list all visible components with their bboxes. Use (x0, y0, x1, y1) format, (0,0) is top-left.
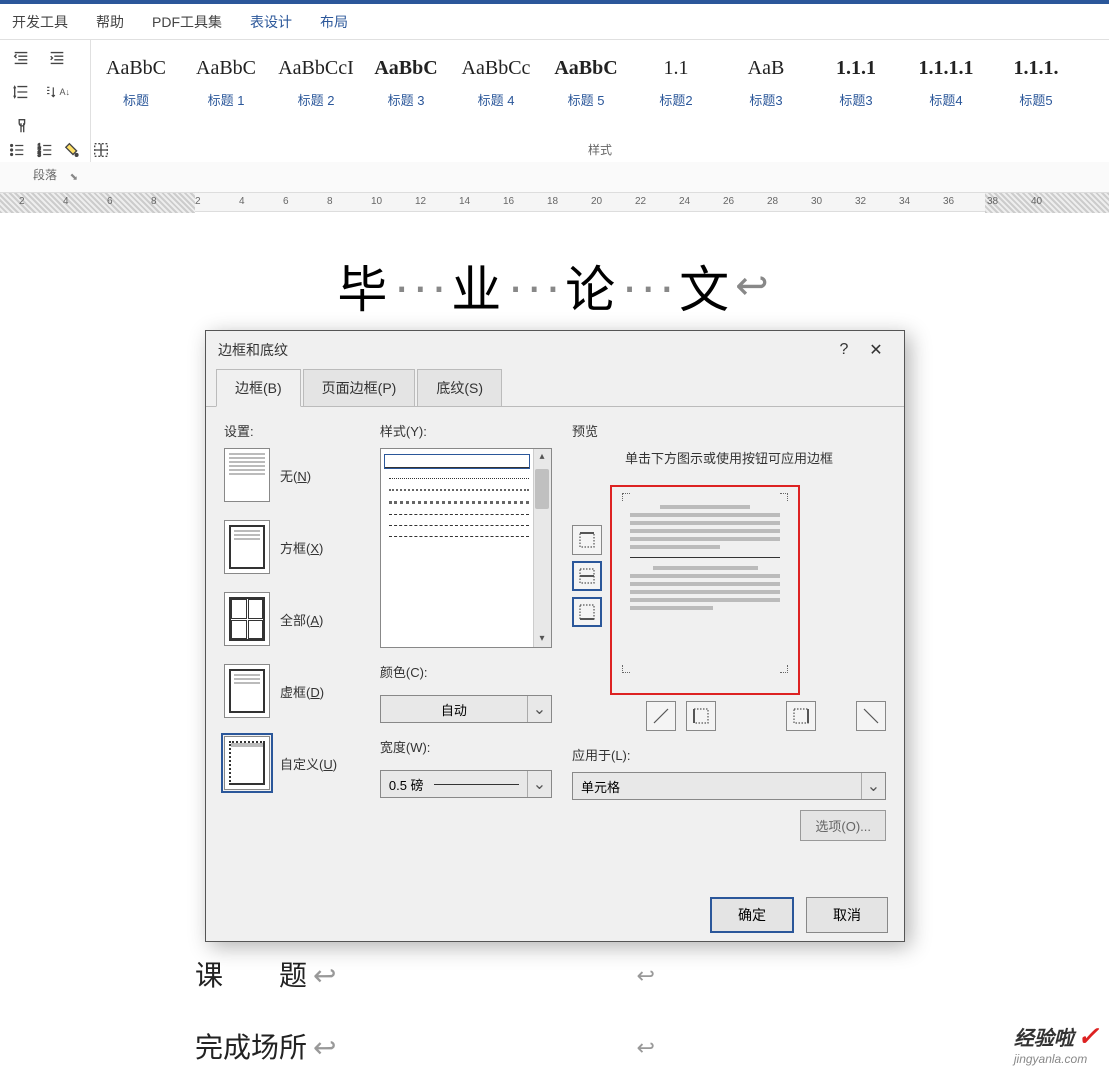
setting-custom[interactable]: 自定义(U) (224, 736, 360, 790)
setting-all[interactable]: 全部(A) (224, 592, 360, 646)
chevron-down-icon[interactable]: ⌄ (861, 773, 885, 799)
preview-page[interactable] (610, 485, 800, 695)
styles-gallery[interactable]: AaBbC标题AaBbC标题 1AaBbCcI标题 2AaBbC标题 3AaBb… (91, 40, 1109, 137)
setting-box[interactable]: 方框(X) (224, 520, 360, 574)
width-combo[interactable]: 0.5 磅⌄ (380, 770, 552, 798)
color-combo[interactable]: 自动⌄ (380, 695, 552, 723)
style-label: 样式(Y): (380, 421, 552, 440)
style-item[interactable]: 1.1.1.1标题4 (901, 40, 991, 137)
menu-help[interactable]: 帮助 (96, 12, 124, 32)
width-label: 宽度(W): (380, 737, 552, 756)
chevron-down-icon[interactable]: ⌄ (527, 771, 551, 797)
setting-none[interactable]: 无(N) (224, 448, 360, 502)
color-label: 颜色(C): (380, 662, 552, 681)
style-item[interactable]: AaBbCc标题 4 (451, 40, 541, 137)
dialog-title: 边框和底纹 (218, 340, 288, 360)
svg-text:3: 3 (38, 152, 41, 158)
border-top-button[interactable] (572, 525, 602, 555)
setting-dash[interactable]: 虚框(D) (224, 664, 360, 718)
style-item[interactable]: 1.1.1标题3 (811, 40, 901, 137)
dialog-tabs: 边框(B) 页面边框(P) 底纹(S) (206, 369, 904, 407)
doc-title: 毕···业···论···文↩ (195, 250, 915, 322)
menu-layout[interactable]: 布局 (320, 12, 348, 32)
tab-shading[interactable]: 底纹(S) (417, 369, 502, 406)
styles-group-label: 样式 (91, 137, 1109, 162)
scrollbar[interactable]: ▴ ▾ (533, 449, 551, 647)
settings-label: 设置: (224, 421, 360, 440)
tab-borders[interactable]: 边框(B) (216, 369, 301, 407)
document-page: 毕···业···论···文↩ (195, 250, 915, 322)
sort-icon[interactable]: A↓ (44, 80, 70, 104)
style-item[interactable]: AaBbC标题 (91, 40, 181, 137)
style-item[interactable]: 1.1.1.标题5 (991, 40, 1081, 137)
border-hmiddle-button[interactable] (572, 561, 602, 591)
border-bottom-button[interactable] (572, 597, 602, 627)
preview-label: 预览 (572, 421, 886, 440)
border-left-button[interactable] (686, 701, 716, 731)
apply-to-label: 应用于(L): (572, 745, 886, 764)
paragraph-group-label: 段落⬊ (8, 162, 82, 187)
border-right-button[interactable] (786, 701, 816, 731)
scroll-up-icon[interactable]: ▴ (536, 451, 548, 463)
ruler[interactable]: 2468101214161820222426283032343638408642 (0, 192, 1109, 212)
bullets-icon[interactable] (8, 138, 26, 162)
menu-pdf[interactable]: PDF工具集 (152, 12, 222, 32)
style-item[interactable]: 1.1标题2 (631, 40, 721, 137)
dialog-launcher-icon[interactable]: ⬊ (70, 172, 78, 183)
preview-hint: 单击下方图示或使用按钮可应用边框 (572, 448, 886, 467)
cancel-button[interactable]: 取消 (806, 897, 888, 933)
ribbon: A↓ 123 段落⬊ AaBbC标题AaBbC标题 1AaBbCcI标题 2Aa… (0, 40, 1109, 162)
scroll-down-icon[interactable]: ▾ (536, 633, 548, 645)
watermark: 经验啦 ✓ jingyanla.com (1014, 1021, 1099, 1066)
border-diag-button[interactable] (646, 701, 676, 731)
style-item[interactable]: AaBbCcI标题 2 (271, 40, 361, 137)
border-diag2-button[interactable] (856, 701, 886, 731)
tab-page-borders[interactable]: 页面边框(P) (303, 369, 416, 406)
style-item[interactable]: AaB标题3 (721, 40, 811, 137)
menu-bar: 开发工具 帮助 PDF工具集 表设计 布局 (0, 4, 1109, 40)
scroll-thumb[interactable] (535, 469, 549, 509)
apply-to-combo[interactable]: 单元格⌄ (572, 772, 886, 800)
menu-table-design[interactable]: 表设计 (250, 12, 292, 32)
options-button[interactable]: 选项(O)... (800, 810, 886, 841)
style-item[interactable]: AaBbC标题 5 (541, 40, 631, 137)
line-spacing-icon[interactable] (8, 80, 34, 104)
borders-shading-dialog: 边框和底纹 ? ✕ 边框(B) 页面边框(P) 底纹(S) 设置: 无(N) 方框… (205, 330, 905, 942)
shading-icon[interactable] (64, 138, 82, 162)
help-icon[interactable]: ? (828, 334, 860, 366)
line-style-list[interactable]: ▴ ▾ (380, 448, 552, 648)
numbering-icon[interactable]: 123 (36, 138, 54, 162)
indent-increase-icon[interactable] (44, 46, 70, 70)
ok-button[interactable]: 确定 (710, 897, 794, 933)
menu-dev-tools[interactable]: 开发工具 (12, 12, 68, 32)
show-marks-icon[interactable] (8, 114, 34, 138)
style-item[interactable]: AaBbC标题 3 (361, 40, 451, 137)
chevron-down-icon[interactable]: ⌄ (527, 696, 551, 722)
style-item[interactable]: AaBbC标题 1 (181, 40, 271, 137)
indent-decrease-icon[interactable] (8, 46, 34, 70)
close-icon[interactable]: ✕ (860, 334, 892, 366)
